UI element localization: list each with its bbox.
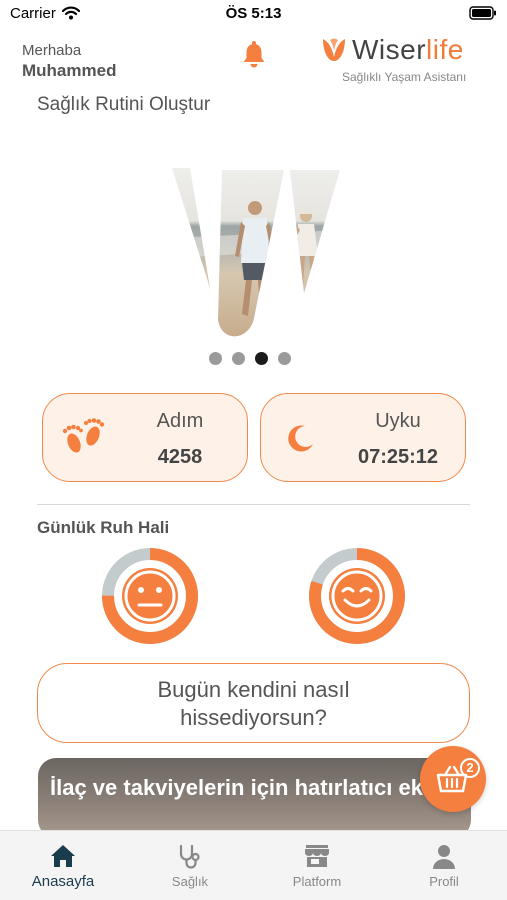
carousel-dot-active[interactable] (255, 352, 268, 365)
greeting-text: Merhaba (22, 42, 82, 59)
steps-label: Adım (156, 410, 204, 432)
battery-icon (469, 6, 496, 20)
routine-title[interactable]: Sağlık Rutini Oluştur (37, 94, 210, 116)
user-icon (433, 845, 455, 869)
tab-bar: Anasayfa Sağlık Platform Profil (0, 830, 507, 900)
tab-profil[interactable]: Profil (381, 831, 507, 900)
tab-label: Profil (429, 874, 459, 889)
cart-badge: 2 (460, 758, 480, 778)
bell-icon[interactable] (241, 40, 267, 68)
steps-card[interactable]: Adım 4258 (42, 393, 248, 482)
tab-label: Anasayfa (31, 873, 95, 890)
sleep-label: Uyku (375, 410, 421, 432)
tab-label: Platform (292, 874, 342, 889)
tab-anasayfa[interactable]: Anasayfa (0, 831, 126, 900)
feeling-prompt-button[interactable]: Bugün kendini nasıl hissediyorsun? (37, 663, 470, 743)
status-time: ÖS 5:13 (225, 5, 282, 22)
tab-label: Sağlık (171, 874, 209, 889)
tab-platform[interactable]: Platform (254, 831, 380, 900)
carousel-dot[interactable] (209, 352, 222, 365)
section-divider (37, 504, 470, 505)
carousel-dot[interactable] (278, 352, 291, 365)
mood-ring-neutral[interactable] (100, 546, 200, 646)
feeling-prompt-line2: hissediyorsun? (180, 705, 327, 730)
hero-beach-image[interactable] (172, 168, 344, 344)
stethoscope-icon (179, 844, 200, 869)
home-icon (51, 845, 75, 867)
tab-saglik[interactable]: Sağlık (127, 831, 253, 900)
steps-value: 4258 (157, 446, 203, 468)
user-name: Muhammed (22, 61, 117, 80)
wiserlife-logo-mark (323, 38, 345, 61)
reminder-banner-text: İlaç ve takviyelerin için hatırlatıcı ek… (50, 775, 448, 800)
greeting: Merhaba Muhammed (22, 42, 116, 81)
reminder-banner[interactable]: İlaç ve takviyelerin için hatırlatıcı ek… (38, 758, 471, 838)
carousel-dots[interactable] (209, 352, 291, 365)
happy-face-icon (329, 568, 385, 624)
feeling-prompt-line1: Bugün kendini nasıl (157, 677, 350, 702)
neutral-face-icon (122, 568, 178, 624)
carousel-dot[interactable] (232, 352, 245, 365)
logo-life: life (426, 34, 464, 65)
mood-ring-happy[interactable] (307, 546, 407, 646)
logo-wordmark: Wiserlife (352, 34, 464, 66)
mood-title: Günlük Ruh Hali (37, 518, 170, 537)
sleep-value: 07:25:12 (357, 446, 439, 468)
store-icon (305, 845, 329, 867)
cart-button[interactable]: 2 (420, 746, 486, 812)
sleep-card[interactable]: Uyku 07:25:12 (260, 393, 466, 482)
status-bar: Carrier ÖS 5:13 (0, 0, 507, 28)
logo-tagline: Sağlıklı Yaşam Asistanı (342, 70, 467, 84)
logo-wiser: Wiser (352, 34, 427, 65)
